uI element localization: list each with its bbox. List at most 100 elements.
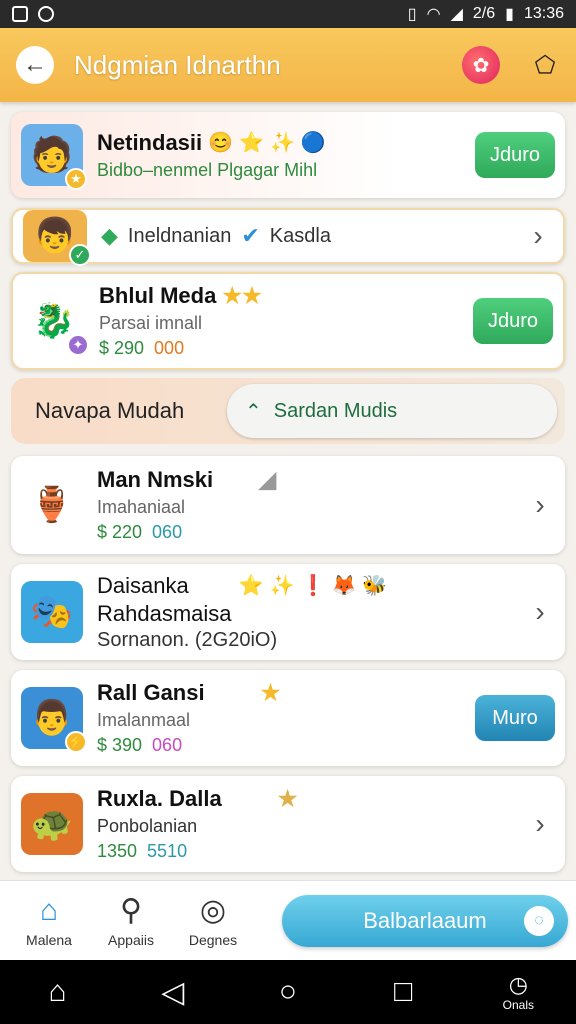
assistant-button[interactable]: ◷ Onals	[488, 972, 548, 1012]
thumbnail-glyph: 🧑	[30, 136, 74, 174]
wifi-icon: ◠	[426, 6, 441, 23]
list-item[interactable]: 👦 ✓ ◆ Ineldnanian ✔ Kasdla ›	[11, 208, 565, 266]
list-item[interactable]: 🐉 ✦ Bhlul Meda ★★ Parsai imnall $ 290 00…	[11, 272, 565, 370]
back-nav-button[interactable]: ◁	[143, 975, 203, 1010]
clock-icon: ◷	[508, 972, 528, 997]
emoji-row: ⭐ ✨ ❗ 🦊 🐝	[239, 573, 388, 598]
item-action-button[interactable]: Muro	[475, 695, 555, 741]
sparkle-icon: ✨	[269, 575, 295, 597]
nav-item-apps[interactable]: ⚲ Appaiis	[90, 894, 172, 948]
item-thumbnail: 🐉 ✦	[23, 290, 89, 356]
item-price-alt: 5510	[147, 841, 188, 861]
star-icon: ★	[260, 680, 281, 705]
item-title: Bhlul Meda	[99, 283, 217, 308]
item-thumbnail: 🐢	[21, 793, 83, 855]
brand-logo-icon[interactable]: ✿	[462, 46, 500, 84]
cube-icon: ◆	[101, 223, 118, 248]
star-badge-icon: ★	[65, 168, 87, 190]
star-icon: ★★	[222, 283, 262, 308]
item-thumbnail: 🎭	[21, 581, 83, 643]
home-icon: ⌂	[39, 893, 59, 927]
item-title-line2: Rahdasmaisa	[97, 600, 232, 626]
item-title: Man Nmski	[97, 467, 214, 492]
item-title: Ruxla. Dalla	[97, 786, 222, 811]
sparkle-icon: ✨	[269, 132, 295, 154]
chevron-up-icon: ⌃	[245, 400, 262, 423]
notification-icon	[38, 6, 54, 22]
chevron-right-icon[interactable]: ›	[525, 489, 555, 521]
thumbnail-glyph: 👨	[30, 699, 74, 737]
item-action-button[interactable]: Jduro	[473, 298, 553, 344]
fox-icon: 🦊	[331, 575, 357, 597]
nav-label: Malena	[26, 931, 72, 948]
item-thumbnail: 👨 ⚡	[21, 687, 87, 753]
primary-cta-button[interactable]: Balbarlaaum ◌	[282, 894, 568, 947]
item-subtitle: Bidbo–nenmel Plgagar Mihl	[97, 159, 318, 180]
bottom-nav: ⌂ Malena ⚲ Appaiis ◎ Degnes Balbarlaaum …	[0, 880, 576, 960]
item-price: $ 220	[97, 522, 143, 542]
item-title: Netindasii	[97, 129, 203, 155]
home-shortcut-icon[interactable]: ⌂	[28, 975, 88, 1009]
item-title: Rall Gansi	[97, 680, 205, 705]
list-item[interactable]: 🏺 Man Nmski ◢ Imahaniaal $ 220 060 ›	[11, 456, 565, 554]
list-item[interactable]: 🧑 ★ Netindasii 😊 ⭐ ✨ 🔵 Bidbo–nenmel Plga…	[11, 112, 565, 198]
smile-icon: 😊	[208, 132, 234, 154]
exclamation-icon: ❗	[300, 575, 326, 597]
item-title: Ineldnanian	[127, 224, 232, 247]
page-title: Ndgmian Idnarthn	[74, 49, 281, 80]
item-subtitle: Kasdla	[269, 224, 331, 247]
item-price: 1350	[97, 841, 138, 861]
item-price-alt: 060	[152, 522, 183, 542]
search-icon: ⚲	[120, 893, 142, 927]
nav-item-home[interactable]: ⌂ Malena	[8, 894, 90, 948]
item-price-alt: 000	[154, 338, 185, 358]
system-nav-bar: ⌂ ◁ ○ □ ◷ Onals	[0, 960, 576, 1024]
item-title: Daisanka	[97, 572, 189, 598]
arrow-left-icon: ←	[23, 51, 47, 78]
thumbnail-glyph: 🏺	[30, 486, 74, 524]
item-price: $ 290	[99, 338, 145, 358]
nav-item-degrees[interactable]: ◎ Degnes	[172, 894, 254, 948]
home-nav-button[interactable]: ○	[258, 975, 318, 1009]
item-price: $ 390	[97, 735, 143, 755]
nav-label: Degnes	[188, 931, 238, 948]
thumbnail-glyph: 🎭	[30, 593, 74, 631]
blue-badge-icon: 🔵	[300, 132, 326, 154]
share-icon[interactable]: ⬠	[530, 50, 560, 80]
star-icon: ⭐	[239, 132, 264, 154]
thumbnail-glyph: 🐢	[30, 805, 74, 843]
nav-label: Appaiis	[108, 931, 154, 948]
list-item[interactable]: 🎭 Daisanka ⭐ ✨ ❗ 🦊 🐝 Rahdasmaisa Sornano…	[11, 564, 565, 660]
recents-nav-button[interactable]: □	[373, 975, 433, 1009]
item-thumbnail: 👦 ✓	[23, 210, 91, 266]
item-subtitle: Sornanon. (2G20iO)	[97, 628, 278, 651]
item-price-alt: 060	[152, 735, 183, 755]
signal-icon: ◢	[450, 6, 463, 23]
gallery-icon	[12, 6, 28, 22]
item-thumbnail: 🧑 ★	[21, 124, 87, 190]
chevron-right-icon[interactable]: ›	[523, 220, 553, 252]
verified-icon: ✔	[241, 223, 260, 248]
filter-bar: Navapa Mudah ⌃ Sardan Mudis	[11, 378, 565, 444]
item-subtitle: Imahaniaal	[97, 497, 186, 517]
chat-icon: ◌	[524, 905, 554, 936]
sort-dropdown[interactable]: ⌃ Sardan Mudis	[227, 384, 557, 438]
chevron-right-icon[interactable]: ›	[525, 808, 555, 840]
emoji-row: 😊 ⭐ ✨ 🔵	[208, 130, 326, 155]
lightning-badge-icon: ⚡	[65, 731, 87, 753]
item-action-button[interactable]: Jduro	[475, 132, 555, 178]
assistant-label: Onals	[502, 998, 535, 1012]
purple-badge-icon: ✦	[67, 334, 89, 356]
item-subtitle: Imalanmaal	[97, 710, 191, 730]
battery-icon: ▮	[505, 6, 514, 23]
back-button[interactable]: ←	[16, 46, 54, 84]
app-bar: ← Ndgmian Idnarthn ✿ ⬠	[0, 28, 576, 102]
item-subtitle: Ponbolanian	[97, 816, 198, 836]
list-item[interactable]: 🐢 Ruxla. Dalla ★ Ponbolanian 1350 5510 ›	[11, 776, 565, 872]
chevron-right-icon[interactable]: ›	[525, 596, 555, 628]
list-item[interactable]: 👨 ⚡ Rall Gansi ★ Imalanmaal $ 390 060 Mu…	[11, 670, 565, 766]
signal-label: 2/6	[472, 5, 496, 22]
status-bar: ▯ ◠ ◢ 2/6 ▮ 13:36	[0, 0, 576, 28]
thumbnail-glyph: 🐉	[32, 302, 76, 340]
vibrate-icon: ▯	[407, 6, 417, 23]
